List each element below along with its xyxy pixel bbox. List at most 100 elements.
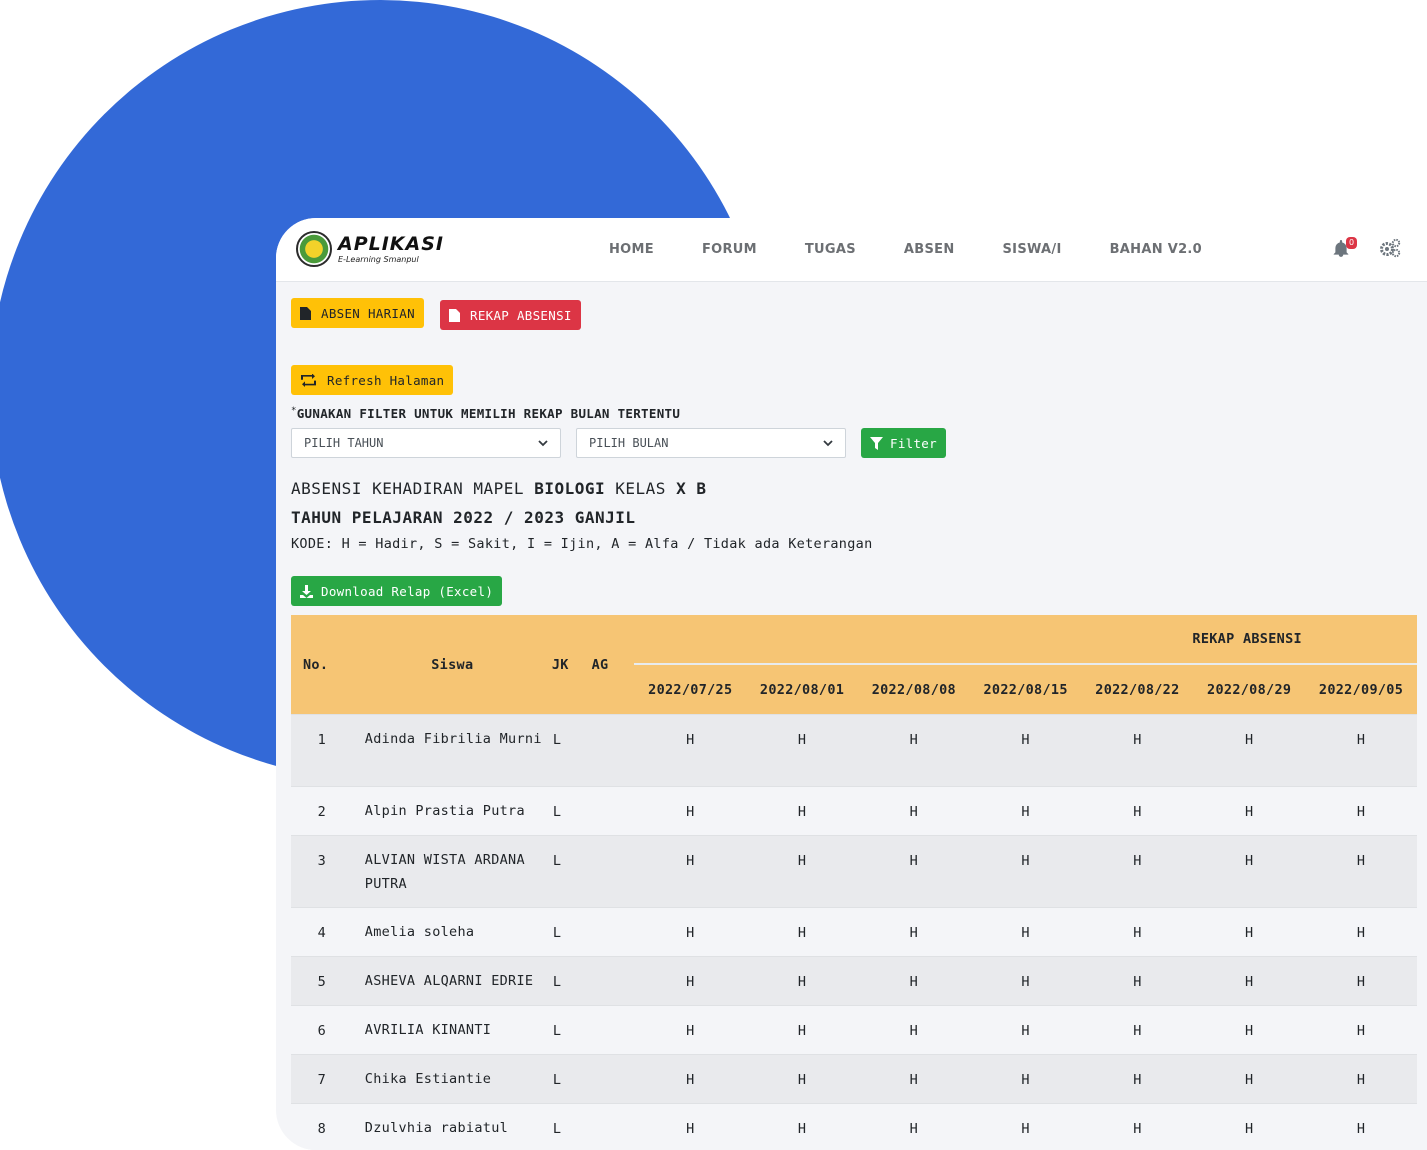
header-date: 2022/08/29 xyxy=(1193,664,1306,715)
notification-badge: 0 xyxy=(1346,237,1358,249)
row-mark: H xyxy=(1021,925,1030,941)
row-student: ALVIAN WISTA ARDANA PUTRA xyxy=(364,852,525,892)
school-emblem-icon xyxy=(296,231,332,267)
page-title: ABSENSI KEHADIRAN MAPEL BIOLOGI KELAS X … xyxy=(291,479,706,498)
row-mark: H xyxy=(1244,925,1254,941)
refresh-button[interactable]: Refresh Halaman xyxy=(291,365,454,395)
row-mark: H xyxy=(1356,1121,1366,1137)
row-mark: H xyxy=(797,1121,807,1137)
row-no: 5 xyxy=(317,974,327,990)
header-no: No. xyxy=(291,615,353,715)
row-no: 1 xyxy=(317,732,327,748)
row-mark: H xyxy=(686,1121,695,1137)
row-mark: H xyxy=(797,853,807,869)
row-ag xyxy=(592,1104,635,1150)
header-date: 2022/08/08 xyxy=(857,664,970,715)
refresh-label: Refresh Halaman xyxy=(327,372,445,388)
logo-title: APLIKASI xyxy=(338,232,444,255)
row-mark: H xyxy=(1244,974,1254,990)
row-mark: H xyxy=(686,974,695,990)
download-excel-button[interactable]: Download Relap (Excel) xyxy=(291,576,503,606)
table-row: 6 AVRILIA KINANTI L H H H H H H H xyxy=(291,1005,1417,1055)
table-row: 3 ALVIAN WISTA ARDANA PUTRA L H H H H H … xyxy=(291,835,1417,908)
row-no: 7 xyxy=(317,1072,327,1088)
header-date: 2022/07/25 xyxy=(634,664,747,715)
row-student: ASHEVA ALQARNI EDRIE xyxy=(364,973,534,989)
row-jk: L xyxy=(552,853,562,869)
row-no: 4 xyxy=(317,925,327,941)
filter-label: Filter xyxy=(890,435,937,451)
download-label: Download Relap (Excel) xyxy=(321,583,494,599)
filter-button[interactable]: Filter xyxy=(861,428,946,458)
row-ag xyxy=(592,787,635,836)
nav-siswa[interactable]: SISWA/I xyxy=(1003,242,1062,257)
row-mark: H xyxy=(1133,925,1142,941)
row-mark: H xyxy=(797,925,807,941)
row-student: Chika Estiantie xyxy=(364,1071,492,1087)
chevron-down-icon xyxy=(538,439,548,446)
row-mark: H xyxy=(797,974,807,990)
row-mark: H xyxy=(686,853,695,869)
row-jk: L xyxy=(552,925,562,941)
row-mark: H xyxy=(686,804,695,820)
title-prefix: ABSENSI KEHADIRAN MAPEL xyxy=(291,479,535,498)
month-select-value: PILIH BULAN xyxy=(589,436,669,450)
year-select-value: PILIH TAHUN xyxy=(304,436,384,450)
row-mark: H xyxy=(1021,1072,1030,1088)
table-row: 5 ASHEVA ALQARNI EDRIE L H H H H H H H xyxy=(291,956,1417,1006)
nav-tugas[interactable]: TUGAS xyxy=(805,242,856,257)
table-row: 1 Adinda Fibrilia Murni L H H H H H H H xyxy=(291,714,1417,787)
file-icon xyxy=(300,306,311,320)
row-mark: H xyxy=(797,1072,807,1088)
row-mark: H xyxy=(909,1023,919,1039)
row-student: Alpin Prastia Putra xyxy=(364,803,525,819)
year-select[interactable]: PILIH TAHUN xyxy=(291,428,561,458)
header-siswa: Siswa xyxy=(352,615,552,715)
filter-icon xyxy=(870,436,883,450)
rekap-absensi-label: REKAP ABSENSI xyxy=(470,307,572,323)
row-mark: H xyxy=(1021,853,1030,869)
row-student: Amelia soleha xyxy=(364,924,475,940)
row-mark: H xyxy=(909,1072,919,1088)
class-name: X B xyxy=(676,479,707,498)
row-mark: H xyxy=(1244,1072,1254,1088)
row-jk: L xyxy=(552,1121,562,1137)
nav-forum[interactable]: FORUM xyxy=(702,242,757,257)
row-mark: H xyxy=(1356,1072,1366,1088)
month-select[interactable]: PILIH BULAN xyxy=(576,428,846,458)
rekap-absensi-button[interactable]: REKAP ABSENSI xyxy=(440,300,581,330)
row-mark: H xyxy=(797,804,807,820)
header-jk: JK xyxy=(551,615,592,715)
nav-home[interactable]: HOME xyxy=(609,242,654,257)
row-jk: L xyxy=(552,804,562,820)
academic-year: TAHUN PELAJARAN 2022 / 2023 GANJIL xyxy=(291,508,636,527)
row-mark: H xyxy=(909,853,919,869)
logo[interactable]: APLIKASI E-Learning Smanpul xyxy=(296,231,444,267)
row-mark: H xyxy=(1356,925,1366,941)
row-mark: H xyxy=(1244,804,1254,820)
row-student: Adinda Fibrilia Murni xyxy=(364,731,542,747)
row-mark: H xyxy=(1244,1023,1254,1039)
nav-bahan[interactable]: BAHAN V2.0 xyxy=(1110,242,1202,257)
row-mark: H xyxy=(1021,804,1030,820)
row-no: 2 xyxy=(317,804,327,820)
row-ag xyxy=(592,1006,635,1055)
logo-subtitle: E-Learning Smanpul xyxy=(338,254,419,264)
row-mark: H xyxy=(1244,853,1254,869)
row-mark: H xyxy=(1133,974,1142,990)
row-mark: H xyxy=(686,925,695,941)
row-mark: H xyxy=(797,1023,807,1039)
row-jk: L xyxy=(552,1072,562,1088)
nav-absen[interactable]: ABSEN xyxy=(904,242,955,257)
absen-harian-button[interactable]: ABSEN HARIAN xyxy=(291,298,424,328)
gears-icon[interactable] xyxy=(1379,238,1401,258)
row-mark: H xyxy=(1021,732,1030,748)
filter-note: *GUNAKAN FILTER UNTUK MEMILIH REKAP BULA… xyxy=(291,406,680,421)
absen-harian-label: ABSEN HARIAN xyxy=(321,305,415,321)
row-mark: H xyxy=(797,732,807,748)
header-rekap-absensi: REKAP ABSENSI xyxy=(634,615,1417,665)
row-jk: L xyxy=(552,974,562,990)
row-mark: H xyxy=(686,1023,695,1039)
chevron-down-icon xyxy=(823,439,833,446)
header-ag: AG xyxy=(591,615,635,715)
